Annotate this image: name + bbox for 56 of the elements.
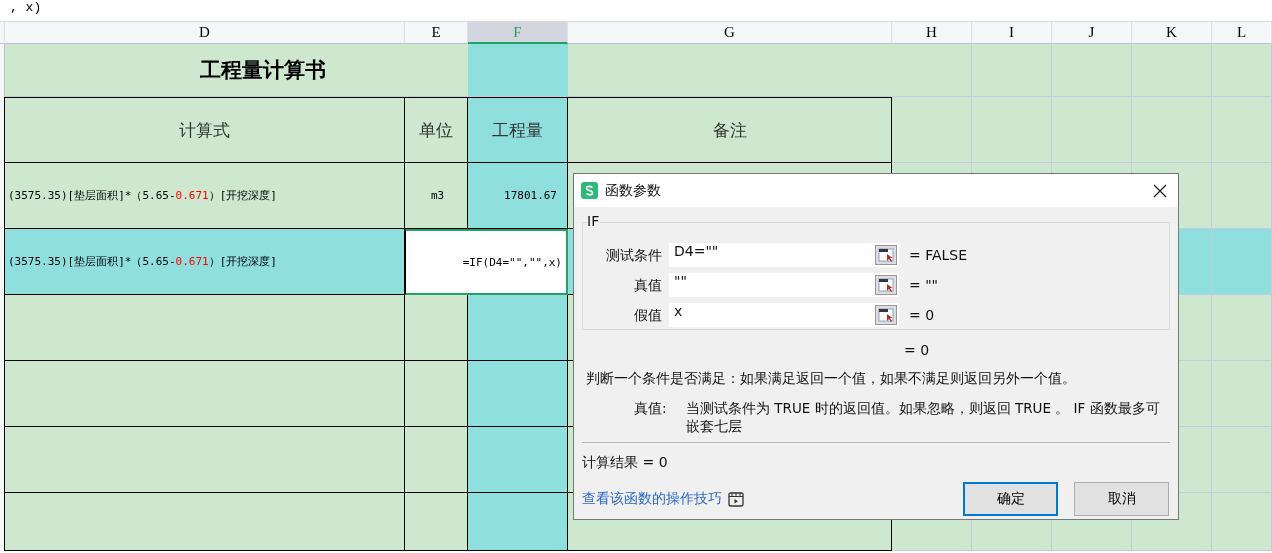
column-header-cell: 备注 xyxy=(568,97,892,163)
column-header-button[interactable]: H xyxy=(892,22,972,44)
help-link[interactable]: 查看该函数的操作技巧 xyxy=(582,490,722,508)
table-cell: m3 xyxy=(405,163,468,229)
cell-editor[interactable]: =IF(D4="","",x) xyxy=(405,229,568,295)
column-header-button[interactable]: G xyxy=(568,22,892,44)
argument-field[interactable]: "" xyxy=(669,273,873,297)
argument-result: = FALSE xyxy=(908,247,969,263)
close-button[interactable] xyxy=(1152,182,1168,199)
table-cell: (3575.35)[垫层面积]*（5.65-0.671）[开挖深度] xyxy=(5,229,405,295)
sheet-cell xyxy=(1212,97,1272,163)
parameter-help-text: 当测试条件为 TRUE 时的返回值。如果忽略，则返回 TRUE 。 IF 函数最多可嵌套七层 xyxy=(686,400,1161,436)
formula-bar-text: , x) xyxy=(10,0,42,15)
parameter-label: 真值: xyxy=(634,400,668,418)
sheet-cell xyxy=(405,295,468,361)
sheet-cell xyxy=(1212,427,1272,493)
function-name: IF xyxy=(587,213,600,229)
sheet-cell xyxy=(1212,44,1272,97)
sheet-cell xyxy=(1212,361,1272,427)
table-cell: 17801.67 xyxy=(468,163,568,229)
cancel-button[interactable]: 取消 xyxy=(1074,482,1169,516)
range-select-button[interactable] xyxy=(873,303,899,327)
argument-field[interactable]: x xyxy=(669,303,873,327)
sheet-cell xyxy=(405,361,468,427)
sheet-cell xyxy=(1212,163,1272,229)
video-icon xyxy=(728,491,744,507)
table-cell: (3575.35)[垫层面积]*（5.65-0.671）[开挖深度] xyxy=(5,163,405,229)
sheet-cell xyxy=(405,427,468,493)
sheet-cell xyxy=(405,493,468,551)
column-header-cell: 工程量 xyxy=(468,97,568,163)
ok-button[interactable]: 确定 xyxy=(963,482,1058,516)
spreadsheet-logo-icon xyxy=(581,182,598,199)
formula-result: = 0 xyxy=(903,341,931,358)
column-header-button[interactable]: I xyxy=(972,22,1052,44)
column-header-button[interactable]: K xyxy=(1132,22,1212,44)
column-header-button[interactable]: E xyxy=(405,22,468,44)
argument-label: 假值 xyxy=(633,306,663,325)
argument-result: = "" xyxy=(908,277,940,293)
argument-field[interactable]: D4="" xyxy=(669,243,873,267)
column-header-button[interactable]: L xyxy=(1212,22,1272,44)
argument-label: 真值 xyxy=(633,276,663,295)
column-header-cell: 单位 xyxy=(405,97,468,163)
column-header-button[interactable]: D xyxy=(5,22,405,44)
column-header-cell: 计算式 xyxy=(5,97,405,163)
range-select-button[interactable] xyxy=(873,243,899,267)
argument-result: = 0 xyxy=(908,307,936,323)
sheet-cell xyxy=(1212,493,1272,551)
calculation-result: 计算结果 = 0 xyxy=(581,453,669,472)
column-header-button[interactable]: J xyxy=(1052,22,1132,44)
sheet-cell xyxy=(1212,229,1272,295)
argument-label: 测试条件 xyxy=(605,246,663,265)
dialog-title: 函数参数 xyxy=(605,181,662,200)
sheet-cell xyxy=(1212,295,1272,361)
sheet-title: 工程量计算书 xyxy=(5,44,468,97)
range-select-button[interactable] xyxy=(873,273,899,297)
function-description: 判断一个条件是否满足：如果满足返回一个值，如果不满足则返回另外一个值。 xyxy=(585,369,1077,388)
